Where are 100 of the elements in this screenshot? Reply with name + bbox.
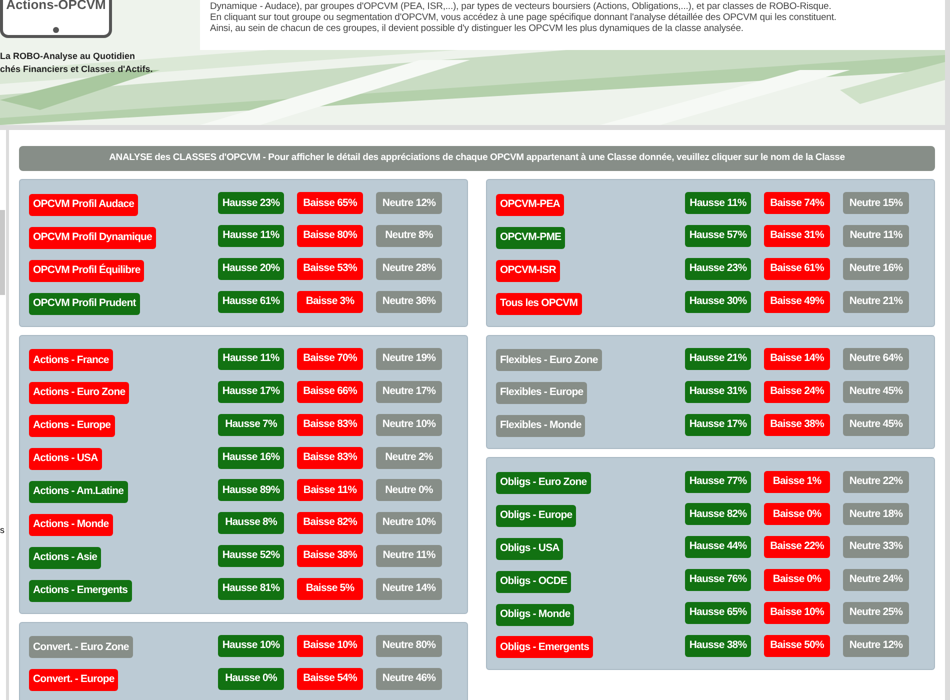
neutre-tag: Neutre 64% <box>843 348 909 370</box>
hausse-tag: Hausse 17% <box>685 414 751 436</box>
class-link[interactable]: Flexibles - Euro Zone <box>496 349 602 372</box>
baisse-tag: Baisse 54% <box>297 668 363 690</box>
class-link[interactable]: Actions - Monde <box>29 514 113 536</box>
baisse-tag: Baisse 38% <box>764 414 830 436</box>
hausse-tag: Hausse 65% <box>685 602 751 624</box>
hausse-tag: Hausse 7% <box>218 414 284 436</box>
hausse-tag: Hausse 76% <box>685 569 751 592</box>
intro-line: En cliquant sur tout groupe ou segmentation d'OPCVM, vous accédez à une page spécifique donnant l'analyse détaillée des OPCVM qui les constituent. <box>210 12 838 23</box>
baisse-tag: Baisse 49% <box>764 291 830 314</box>
baisse-tag: Baisse 53% <box>297 258 363 280</box>
class-link[interactable]: Obligs - Emergents <box>496 636 594 658</box>
baisse-tag: Baisse 10% <box>764 602 830 624</box>
neutre-tag: Neutre 33% <box>843 536 909 558</box>
neutre-tag: Neutre 12% <box>376 192 442 214</box>
neutre-tag: Neutre 16% <box>843 258 909 280</box>
baisse-tag: Baisse 3% <box>297 291 363 314</box>
intro-line: Dynamique - Audace), par groupes d'OPCVM (PEA, ISR,...), par types de vecteurs boursiers (Actions, Obligations,...), et par classes de ROBO-Risque. <box>210 1 832 12</box>
class-link[interactable]: Actions - Europe <box>29 415 115 438</box>
hausse-tag: Hausse 23% <box>218 192 284 214</box>
class-link[interactable]: Obligs - Euro Zone <box>496 472 591 494</box>
neutre-tag: Neutre 36% <box>376 291 442 314</box>
class-link[interactable]: OPCVM-ISR <box>496 260 560 282</box>
class-link[interactable]: Actions - Am.Latine <box>29 480 128 503</box>
class-link[interactable]: OPCVM Profil Prudent <box>29 292 140 314</box>
baisse-tag: Baisse 31% <box>764 225 830 248</box>
baisse-tag: Baisse 24% <box>764 380 830 403</box>
neutre-tag: Neutre 0% <box>376 479 442 502</box>
hausse-tag: Hausse 11% <box>685 192 751 214</box>
neutre-tag: Neutre 21% <box>843 291 909 314</box>
neutre-tag: Neutre 14% <box>376 578 442 600</box>
hausse-tag: Hausse 89% <box>218 479 284 502</box>
baisse-tag: Baisse 11% <box>297 479 363 502</box>
class-link[interactable]: Convert. - Euro Zone <box>29 636 133 658</box>
hausse-tag: Hausse 52% <box>218 545 284 568</box>
baisse-tag: Baisse 65% <box>297 192 363 214</box>
neutre-tag: Neutre 17% <box>376 380 442 403</box>
sidebar-tab[interactable] <box>0 210 5 295</box>
hausse-tag: Hausse 11% <box>218 225 284 248</box>
baisse-tag: Baisse 22% <box>764 536 830 558</box>
class-link[interactable]: OPCVM Profil Audace <box>29 194 138 216</box>
baisse-tag: Baisse 83% <box>297 414 363 436</box>
hausse-tag: Hausse 21% <box>685 348 751 370</box>
hausse-tag: Hausse 20% <box>218 258 284 280</box>
baisse-tag: Baisse 82% <box>297 512 363 534</box>
hausse-tag: Hausse 23% <box>685 258 751 280</box>
baisse-tag: Baisse 14% <box>764 348 830 370</box>
neutre-tag: Neutre 46% <box>376 668 442 690</box>
tagline-text: chés Financiers et Classes d'Actifs. <box>0 63 154 76</box>
sidebar-text: s <box>0 525 6 535</box>
class-link[interactable]: OPCVM-PEA <box>496 194 564 216</box>
class-link[interactable]: Obligs - USA <box>496 538 564 560</box>
baisse-tag: Baisse 0% <box>764 503 830 526</box>
baisse-tag: Baisse 70% <box>297 348 363 370</box>
class-link[interactable]: Obligs - Monde <box>496 604 574 626</box>
class-link[interactable]: Tous les OPCVM <box>496 292 582 314</box>
hausse-tag: Hausse 82% <box>685 503 751 526</box>
class-link[interactable]: Convert. - Europe <box>29 669 118 692</box>
neutre-tag: Neutre 15% <box>843 192 909 214</box>
baisse-tag: Baisse 5% <box>297 578 363 600</box>
class-link[interactable]: Actions - Asie <box>29 546 102 569</box>
class-link[interactable]: Obligs - OCDE <box>496 570 572 593</box>
class-link[interactable]: Actions - USA <box>29 448 102 470</box>
neutre-tag: Neutre 80% <box>376 634 442 657</box>
hausse-tag: Hausse 81% <box>218 578 284 600</box>
hausse-tag: Hausse 38% <box>685 634 751 657</box>
class-link[interactable]: Actions - Emergents <box>29 580 132 602</box>
hausse-tag: Hausse 8% <box>218 512 284 534</box>
neutre-tag: Neutre 10% <box>376 512 442 534</box>
section-title: ANALYSE des CLASSES d'OPCVM - Pour afficher le détail des appréciations de chaque OPCVM appartenant à une Classe donnée, veuillez cliquer sur le nom de la Classe <box>19 146 935 171</box>
baisse-tag: Baisse 0% <box>764 569 830 592</box>
class-link[interactable]: Actions - Euro Zone <box>29 382 130 404</box>
class-link[interactable]: OPCVM Profil Dynamique <box>29 226 156 249</box>
neutre-tag: Neutre 12% <box>843 634 909 657</box>
class-link[interactable]: Obligs - Europe <box>496 504 576 527</box>
neutre-tag: Neutre 11% <box>376 545 442 568</box>
hausse-tag: Hausse 10% <box>218 634 284 657</box>
baisse-tag: Baisse 74% <box>764 192 830 214</box>
intro-line: Ainsi, au sein de chacun de ces groupes, il devient possible d'y distinguer les OPCVM les plus dynamiques de la classe analysée. <box>210 23 744 34</box>
class-link[interactable]: OPCVM Profil Équilibre <box>29 260 144 282</box>
home-button-icon <box>53 27 59 33</box>
class-link[interactable]: OPCVM-PME <box>496 226 566 249</box>
hausse-tag: Hausse 31% <box>685 380 751 403</box>
neutre-tag: Neutre 11% <box>843 225 909 248</box>
hausse-tag: Hausse 30% <box>685 291 751 314</box>
class-link[interactable]: Flexibles - Europe <box>496 382 588 404</box>
neutre-tag: Neutre 2% <box>376 446 442 469</box>
baisse-tag: Baisse 50% <box>764 634 830 657</box>
class-link[interactable]: Actions - France <box>29 349 113 372</box>
neutre-tag: Neutre 24% <box>843 569 909 592</box>
hausse-tag: Hausse 61% <box>218 291 284 314</box>
baisse-tag: Baisse 38% <box>297 545 363 568</box>
class-link[interactable]: Flexibles - Monde <box>496 415 586 438</box>
neutre-tag: Neutre 45% <box>843 414 909 436</box>
hausse-tag: Hausse 16% <box>218 446 284 469</box>
hausse-tag: Hausse 57% <box>685 225 751 248</box>
neutre-tag: Neutre 8% <box>376 225 442 248</box>
hausse-tag: Hausse 77% <box>685 470 751 493</box>
baisse-tag: Baisse 80% <box>297 225 363 248</box>
